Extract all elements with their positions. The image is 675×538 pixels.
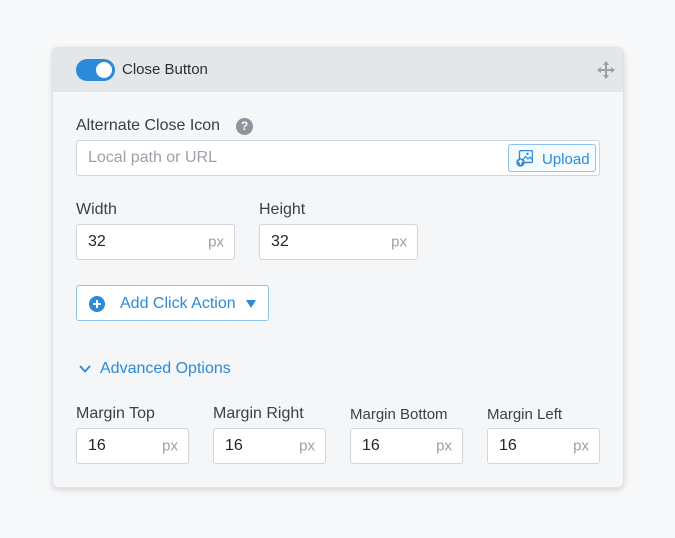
advanced-options-toggle[interactable]: Advanced Options	[76, 359, 246, 379]
caret-down-icon	[246, 300, 256, 308]
margin-left-value: 16	[499, 437, 517, 454]
unit-suffix: px	[208, 233, 224, 251]
upload-label: Upload	[542, 151, 590, 168]
margin-top-value: 16	[88, 437, 106, 454]
width-input[interactable]: 32 px	[76, 224, 235, 260]
add-click-action-button[interactable]: Add Click Action	[76, 285, 269, 321]
plus-circle-icon	[89, 296, 105, 312]
add-click-action-label: Add Click Action	[120, 295, 236, 312]
margin-bottom-label: Margin Bottom	[350, 406, 448, 423]
margin-left-input[interactable]: 16 px	[487, 428, 600, 464]
unit-suffix: px	[299, 437, 315, 455]
margin-right-label: Margin Right	[213, 405, 304, 422]
margin-right-value: 16	[225, 437, 243, 454]
url-placeholder: Local path or URL	[88, 149, 217, 166]
close-button-settings-panel: Close Button Alternate Close Icon ? Loca…	[52, 47, 624, 488]
width-value: 32	[88, 233, 106, 250]
help-icon[interactable]: ?	[236, 118, 253, 135]
margin-bottom-value: 16	[362, 437, 380, 454]
unit-suffix: px	[436, 437, 452, 455]
close-button-toggle[interactable]	[76, 59, 115, 81]
alternate-icon-label: Alternate Close Icon	[76, 117, 221, 134]
panel-title: Close Button	[122, 61, 208, 78]
unit-suffix: px	[391, 233, 407, 251]
height-input[interactable]: 32 px	[259, 224, 418, 260]
margin-right-input[interactable]: 16 px	[213, 428, 326, 464]
unit-suffix: px	[162, 437, 178, 455]
height-label: Height	[259, 201, 306, 218]
advanced-options-label: Advanced Options	[100, 360, 231, 377]
width-label: Width	[76, 201, 117, 218]
margin-bottom-input[interactable]: 16 px	[350, 428, 463, 464]
move-icon[interactable]	[597, 61, 615, 79]
chevron-down-icon	[79, 365, 91, 373]
height-value: 32	[271, 233, 289, 250]
unit-suffix: px	[573, 437, 589, 455]
margin-top-input[interactable]: 16 px	[76, 428, 189, 464]
panel-header: Close Button	[53, 48, 623, 92]
margin-left-label: Margin Left	[487, 406, 563, 423]
toggle-knob	[96, 62, 112, 78]
image-upload-icon	[516, 150, 533, 167]
alternate-icon-url-field[interactable]: Local path or URL Upload	[76, 140, 600, 176]
upload-button[interactable]: Upload	[508, 144, 596, 172]
margin-top-label: Margin Top	[76, 405, 155, 422]
